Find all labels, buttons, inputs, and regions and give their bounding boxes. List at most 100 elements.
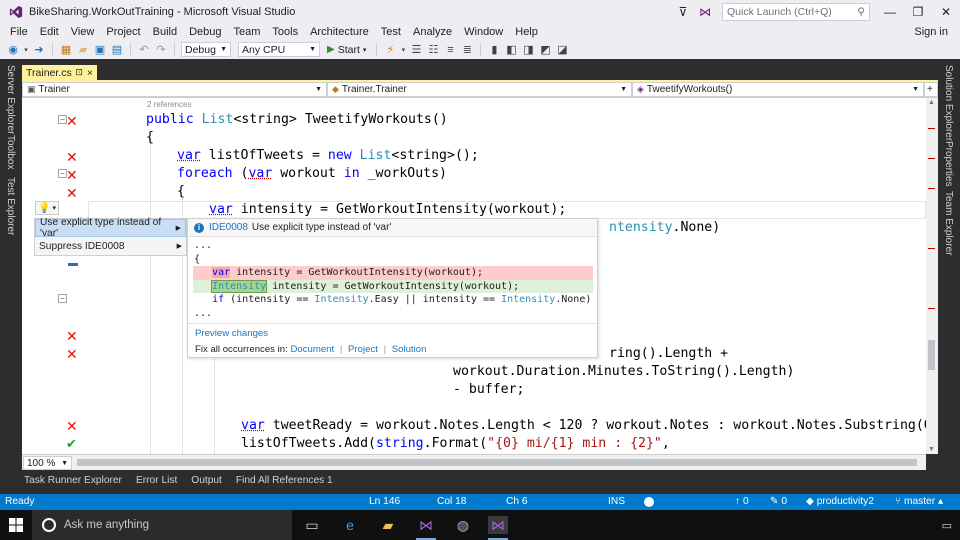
member-dropdown[interactable]: ◈ TweetifyWorkouts() ▼ [632, 82, 924, 97]
menu-file[interactable]: File [4, 26, 34, 38]
error-glyph-icon[interactable]: ✕ [66, 186, 78, 200]
output-tab[interactable]: Output [191, 475, 222, 486]
split-window-button[interactable]: + [924, 82, 938, 97]
document-tab-trainer[interactable]: Trainer.cs ⊡ × [22, 65, 97, 80]
success-glyph-icon[interactable]: ✔ [66, 437, 77, 451]
back-icon[interactable]: ◉ [6, 43, 20, 56]
error-glyph-icon[interactable]: ✕ [66, 329, 78, 343]
task-runner-explorer-tab[interactable]: Task Runner Explorer [24, 475, 122, 486]
lightbulb-button[interactable]: 💡 ▾ [35, 201, 59, 215]
close-tab-icon[interactable]: × [87, 67, 93, 79]
menu-help[interactable]: Help [509, 26, 544, 38]
error-glyph-icon[interactable]: ✕ [66, 114, 78, 128]
filter-icon[interactable]: ⊽ [672, 5, 694, 19]
menu-project[interactable]: Project [100, 26, 146, 38]
link-divider: | [383, 344, 387, 355]
task-view-icon[interactable]: ▭ [302, 516, 322, 534]
type-dropdown[interactable]: ◆ Trainer.Trainer ▼ [327, 82, 632, 97]
solution-platform-select[interactable]: Any CPU ▼ [238, 42, 320, 57]
status-repository[interactable]: ◆ productivity2 [806, 494, 874, 510]
menu-view[interactable]: View [65, 26, 101, 38]
live-share-icon[interactable] [644, 497, 654, 507]
status-unpushed[interactable]: ↑ 0 [735, 494, 749, 510]
solution-explorer-tab[interactable]: Solution Explorer [943, 65, 954, 141]
fix-all-document-link[interactable]: Document [290, 344, 334, 355]
uncomment-icon[interactable]: ≣ [460, 43, 474, 56]
sign-in-link[interactable]: Sign in [914, 24, 948, 40]
menu-build[interactable]: Build [147, 26, 183, 38]
indent-icon[interactable]: ☰ [409, 43, 423, 56]
project-dropdown[interactable]: ▣ Trainer ▼ [22, 82, 327, 97]
menu-window[interactable]: Window [458, 26, 509, 38]
menu-debug[interactable]: Debug [183, 26, 227, 38]
scroll-down-icon[interactable]: ▼ [928, 446, 935, 453]
redo-icon[interactable]: ↷ [154, 43, 168, 56]
quick-action-suppress[interactable]: Suppress IDE0008 ▶ [35, 237, 186, 255]
cortana-search-box[interactable]: Ask me anything [32, 510, 292, 540]
save-icon[interactable]: ▣ [93, 43, 107, 56]
zoom-select[interactable]: 100 % ▼ [23, 456, 72, 470]
visual-studio-taskbar-icon[interactable]: ⋈ [416, 516, 436, 534]
menu-analyze[interactable]: Analyze [407, 26, 458, 38]
open-file-icon[interactable]: ▰ [76, 43, 90, 56]
new-project-icon[interactable]: ▦ [59, 43, 73, 56]
pin-icon[interactable]: ⊡ [75, 67, 83, 79]
minimize-button[interactable]: — [876, 5, 904, 19]
menu-architecture[interactable]: Architecture [304, 26, 375, 38]
windows-start-icon[interactable] [9, 518, 23, 532]
editor-vertical-scrollbar[interactable]: ▲ ▼ [926, 98, 938, 454]
undo-icon[interactable]: ↶ [137, 43, 151, 56]
next-bookmark-icon[interactable]: ◨ [521, 43, 535, 56]
save-all-icon[interactable]: ▤ [110, 43, 124, 56]
scroll-up-icon[interactable]: ▲ [928, 99, 935, 106]
error-glyph-icon[interactable]: ✕ [66, 150, 78, 164]
toolbox-tab[interactable]: Toolbox [5, 135, 16, 169]
test-explorer-tab[interactable]: Test Explorer [5, 177, 16, 235]
status-changes[interactable]: ✎ 0 [770, 494, 787, 510]
preview-added-line: Intensity intensity = GetWorkoutIntensit… [193, 279, 593, 294]
error-glyph-icon[interactable]: ✕ [66, 347, 78, 361]
forward-icon[interactable]: ➜ [32, 43, 46, 56]
scrollbar-thumb[interactable] [928, 340, 935, 370]
dropdown-arrow-icon[interactable]: ▾ [400, 46, 406, 54]
quick-action-use-explicit-type[interactable]: Use explicit type instead of 'var' ▶ [35, 217, 186, 239]
file-explorer-icon[interactable]: ▰ [378, 516, 398, 534]
codelens-references[interactable]: 2 references [147, 100, 191, 109]
diagnostic-id-link[interactable]: IDE0008 [209, 222, 248, 233]
menu-team[interactable]: Team [228, 26, 267, 38]
quick-launch-input[interactable]: Quick Launch (Ctrl+Q) ⚲ [722, 3, 870, 21]
error-glyph-icon[interactable]: ✕ [66, 168, 78, 182]
notification-icon[interactable]: ▭ [942, 519, 952, 532]
fix-all-solution-link[interactable]: Solution [392, 344, 427, 355]
error-list-tab[interactable]: Error List [136, 475, 177, 486]
outdent-icon[interactable]: ☷ [426, 43, 440, 56]
fix-all-project-link[interactable]: Project [348, 344, 378, 355]
back-dropdown-icon[interactable]: ▾ [23, 46, 29, 54]
edge-browser-icon[interactable]: e [340, 516, 360, 534]
folder-bookmark-icon[interactable]: ◩ [538, 43, 552, 56]
properties-tab[interactable]: Properties [943, 141, 954, 187]
menu-tools[interactable]: Tools [266, 26, 304, 38]
status-branch[interactable]: ⑂ master ▴ [895, 494, 943, 510]
clear-bookmarks-icon[interactable]: ◪ [555, 43, 569, 56]
menu-test[interactable]: Test [375, 26, 407, 38]
preview-changes-link[interactable]: Preview changes [195, 328, 268, 339]
solution-configuration-select[interactable]: Debug ▼ [181, 42, 231, 57]
menu-edit[interactable]: Edit [34, 26, 65, 38]
prev-bookmark-icon[interactable]: ◧ [504, 43, 518, 56]
error-glyph-icon[interactable]: ✕ [66, 419, 78, 433]
bookmark-icon[interactable]: ▮ [487, 43, 501, 56]
visual-studio-active-taskbar-icon[interactable]: ⋈ [488, 516, 508, 534]
browser-link-icon[interactable]: ⚡ [383, 43, 397, 56]
team-explorer-tab[interactable]: Team Explorer [943, 191, 954, 255]
start-debugging-button[interactable]: ▶ Start ▾ [323, 44, 370, 56]
server-explorer-tab[interactable]: Server Explorer [5, 65, 16, 134]
find-all-references-tab[interactable]: Find All References 1 [236, 475, 333, 486]
collapse-toggle-icon[interactable]: − [58, 294, 67, 303]
visual-studio-flag-icon[interactable]: ⋈ [694, 5, 716, 19]
comment-icon[interactable]: ≡ [443, 44, 457, 56]
close-window-button[interactable]: ✕ [932, 5, 960, 19]
horizontal-scrollbar-thumb[interactable] [77, 459, 917, 466]
app-taskbar-icon[interactable]: ◍ [453, 516, 473, 534]
restore-button[interactable]: ❐ [904, 5, 932, 19]
